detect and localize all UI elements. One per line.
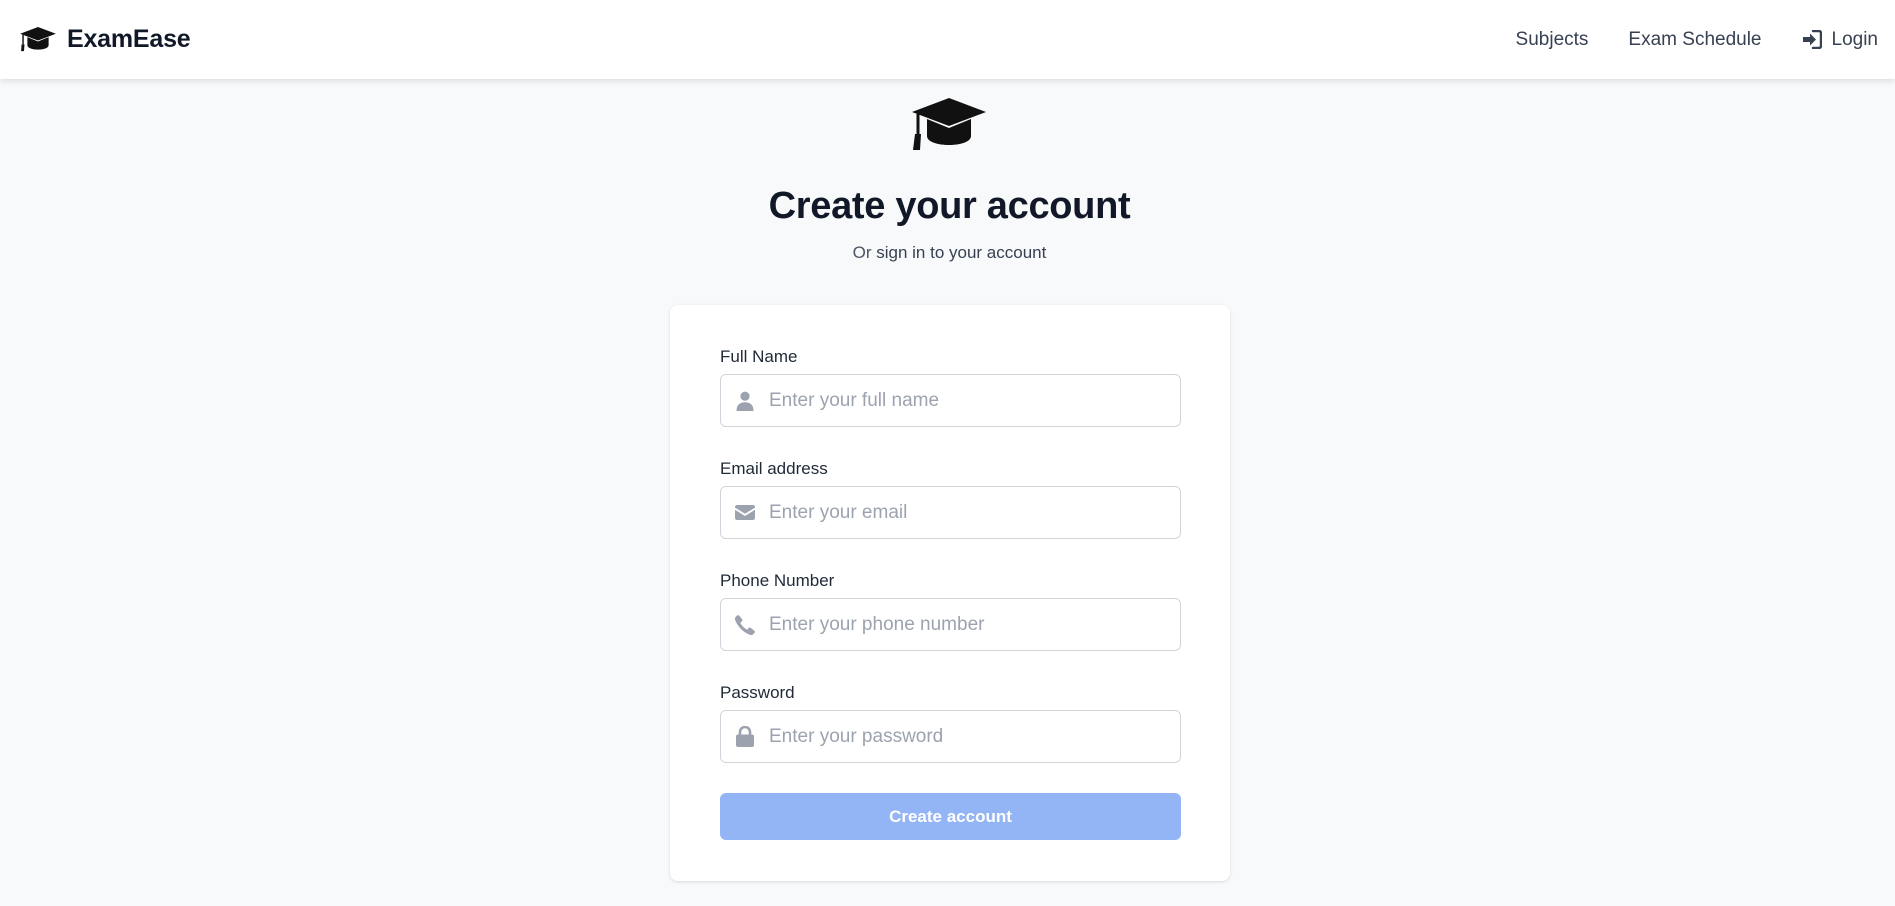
password-field-group: Password [720, 682, 1181, 763]
full-name-field-group: Full Name [720, 346, 1181, 427]
phone-label: Phone Number [720, 571, 835, 590]
nav-link-login[interactable]: Login [1802, 28, 1879, 51]
envelope-icon [734, 502, 756, 524]
password-label: Password [720, 683, 795, 702]
password-input-wrapper[interactable] [720, 710, 1181, 763]
password-input[interactable] [769, 711, 1169, 762]
create-account-button[interactable]: Create account [720, 793, 1181, 840]
full-name-label: Full Name [720, 347, 798, 366]
phone-input-wrapper[interactable] [720, 598, 1181, 651]
sign-in-icon [1802, 30, 1822, 49]
email-field-group: Email address [720, 458, 1181, 539]
brand-name: ExamEase [67, 25, 191, 53]
phone-field-group: Phone Number [720, 570, 1181, 651]
nav-link-exam-schedule[interactable]: Exam Schedule [1628, 29, 1761, 51]
graduation-cap-icon [910, 96, 988, 154]
email-input-wrapper[interactable] [720, 486, 1181, 539]
lock-icon [734, 726, 756, 748]
nav-link-subjects[interactable]: Subjects [1516, 29, 1589, 51]
nav-link-login-label: Login [1831, 28, 1879, 50]
email-input[interactable] [769, 487, 1169, 538]
phone-input[interactable] [769, 599, 1169, 650]
top-navbar: ExamEase Subjects Exam Schedule Login [0, 0, 1895, 79]
full-name-input-wrapper[interactable] [720, 374, 1181, 427]
subtitle-prefix: Or [852, 243, 872, 262]
page-title: Create your account [768, 185, 1131, 227]
nav-links: Subjects Exam Schedule Login [1516, 29, 1878, 51]
graduation-cap-icon [19, 26, 57, 54]
email-label: Email address [720, 459, 828, 478]
phone-icon [734, 614, 756, 636]
user-icon [734, 390, 756, 412]
brand-logo-link[interactable]: ExamEase [19, 25, 191, 54]
full-name-input[interactable] [769, 375, 1169, 426]
sign-in-link[interactable]: sign in to your account [876, 243, 1046, 262]
registration-card: Full Name Email address Phone Number [670, 305, 1230, 881]
page-subtitle: Or sign in to your account [0, 243, 1895, 263]
